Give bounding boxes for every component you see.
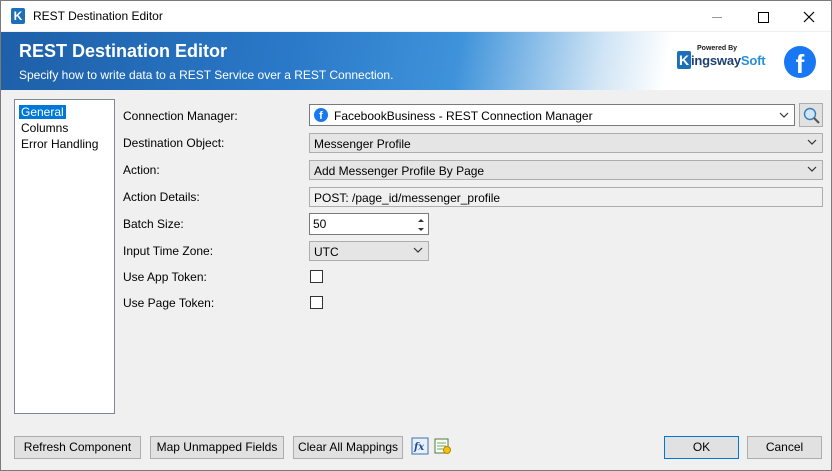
logo-powered-by: Powered By — [697, 45, 738, 52]
destination-object-label: Destination Object: — [123, 136, 225, 150]
magnifier-icon — [803, 107, 820, 124]
page-navigation-list: General Columns Error Handling — [14, 99, 115, 414]
action-label: Action: — [123, 163, 160, 177]
spinner-buttons — [414, 214, 428, 234]
use-app-token-checkbox[interactable] — [310, 270, 323, 283]
action-details-field[interactable]: POST: /page_id/messenger_profile — [309, 187, 823, 207]
input-time-zone-value: UTC — [314, 245, 339, 259]
rest-destination-editor-window: K REST Destination Editor REST Destinati… — [0, 0, 832, 471]
spinner-down-button[interactable] — [414, 224, 428, 234]
action-dropdown[interactable]: Add Messenger Profile By Page — [309, 160, 823, 180]
arrow-down-icon — [418, 228, 424, 231]
browse-connection-button[interactable] — [799, 103, 823, 127]
action-details-value: POST: /page_id/messenger_profile — [314, 191, 501, 205]
connection-manager-dropdown[interactable]: f FacebookBusiness - REST Connection Man… — [309, 104, 795, 126]
connection-manager-value: FacebookBusiness - REST Connection Manag… — [334, 109, 593, 123]
use-page-token-label: Use Page Token: — [123, 296, 215, 310]
destination-object-value: Messenger Profile — [314, 137, 411, 151]
window-title: REST Destination Editor — [33, 9, 163, 23]
facebook-icon: f — [314, 108, 328, 122]
batch-size-stepper[interactable]: 50 — [309, 213, 429, 235]
clear-all-mappings-button[interactable]: Clear All Mappings — [293, 436, 403, 459]
logo-k-mark: K — [677, 51, 691, 69]
connection-manager-label: Connection Manager: — [123, 109, 238, 123]
map-unmapped-fields-button[interactable]: Map Unmapped Fields — [150, 436, 284, 459]
nav-item-columns[interactable]: Columns — [19, 121, 70, 135]
maximize-icon — [757, 11, 769, 23]
maximize-button[interactable] — [740, 1, 786, 31]
input-time-zone-dropdown[interactable]: UTC — [309, 241, 429, 261]
spinner-up-button[interactable] — [414, 214, 428, 224]
header-banner: REST Destination Editor Specify how to w… — [1, 32, 831, 90]
minimize-icon — [712, 16, 722, 18]
title-bar: K REST Destination Editor — [1, 1, 831, 31]
expression-button[interactable]: fx — [411, 437, 429, 455]
variables-button[interactable] — [434, 437, 452, 455]
chevron-down-icon — [413, 247, 423, 253]
variables-icon — [434, 438, 451, 454]
refresh-component-button[interactable]: Refresh Component — [14, 436, 141, 459]
destination-object-dropdown[interactable]: Messenger Profile — [309, 133, 823, 153]
close-button[interactable] — [786, 1, 831, 31]
input-time-zone-label: Input Time Zone: — [123, 244, 214, 258]
use-app-token-label: Use App Token: — [123, 270, 207, 284]
chevron-down-icon — [807, 139, 817, 145]
batch-size-value: 50 — [313, 217, 327, 231]
nav-item-general[interactable]: General — [19, 105, 66, 119]
action-value: Add Messenger Profile By Page — [314, 164, 485, 178]
kingswaysoft-app-icon: K — [11, 8, 25, 24]
nav-item-error-handling[interactable]: Error Handling — [19, 137, 100, 151]
logo-wordmark: ingswaySoft — [691, 53, 766, 68]
use-page-token-checkbox[interactable] — [310, 296, 323, 309]
close-icon — [803, 11, 815, 23]
banner-subtitle: Specify how to write data to a REST Serv… — [19, 68, 394, 82]
chevron-down-icon — [807, 166, 817, 172]
fx-expression-icon: fx — [411, 437, 429, 455]
banner-title: REST Destination Editor — [19, 41, 228, 61]
minimize-button[interactable] — [694, 1, 740, 31]
facebook-icon: f — [784, 46, 816, 78]
ok-button[interactable]: OK — [664, 436, 739, 459]
kingswaysoft-logo: Powered By K ingswaySoft — [677, 45, 766, 75]
batch-size-label: Batch Size: — [123, 217, 184, 231]
action-details-label: Action Details: — [123, 190, 200, 204]
cancel-button[interactable]: Cancel — [747, 436, 822, 459]
chevron-down-icon — [779, 112, 789, 118]
svg-text:fx: fx — [413, 442, 425, 453]
